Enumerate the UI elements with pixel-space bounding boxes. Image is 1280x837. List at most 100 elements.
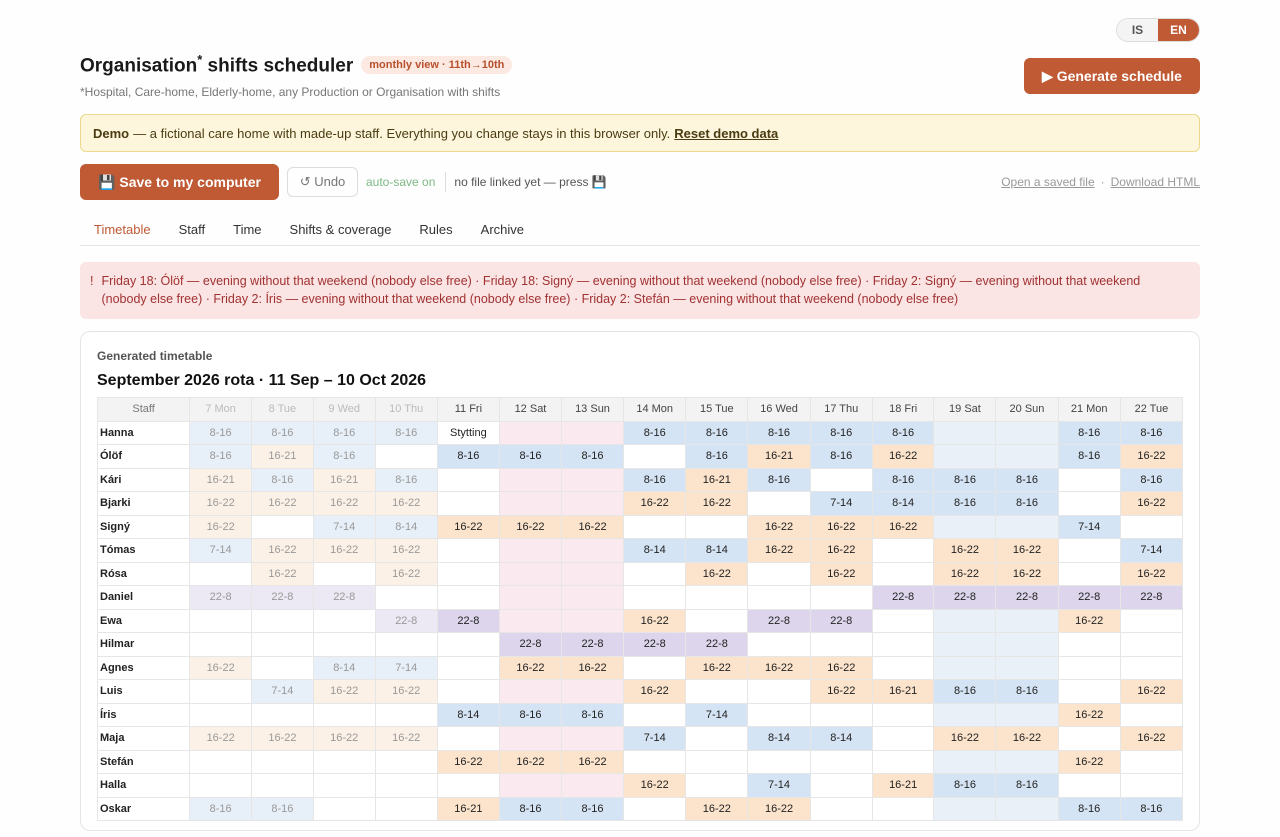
shift-cell[interactable]: 8-16: [374, 467, 438, 492]
shift-cell[interactable]: [871, 655, 935, 680]
shift-cell[interactable]: 8-16: [251, 467, 314, 492]
shift-cell[interactable]: 16-22: [747, 514, 811, 539]
shift-cell[interactable]: 8-16: [374, 420, 438, 445]
shift-cell[interactable]: [312, 749, 376, 774]
staff-name[interactable]: Íris: [97, 702, 191, 727]
shift-cell[interactable]: 16-22: [747, 796, 811, 821]
shift-cell[interactable]: [436, 726, 501, 751]
shift-cell[interactable]: 7-14: [1119, 538, 1183, 563]
shift-cell[interactable]: [995, 514, 1059, 539]
shift-cell[interactable]: [685, 679, 749, 704]
shift-cell[interactable]: 16-22: [251, 538, 314, 563]
timetable-scroll[interactable]: Staff 7 Mon 8 Tue 9 Wed 10 Thu 11 Fri 12 Sat 13…: [97, 397, 1183, 837]
shift-cell[interactable]: 7-14: [809, 491, 873, 516]
shift-cell[interactable]: 16-22: [436, 514, 501, 539]
shift-cell[interactable]: 8-16: [747, 467, 811, 492]
shift-cell[interactable]: [747, 561, 811, 586]
shift-cell[interactable]: 22-8: [933, 585, 997, 610]
shift-cell[interactable]: [995, 655, 1059, 680]
shift-cell[interactable]: [933, 420, 997, 445]
shift-cell[interactable]: [1057, 467, 1121, 492]
shift-cell[interactable]: 16-22: [995, 561, 1059, 586]
shift-cell[interactable]: [374, 585, 438, 610]
shift-cell[interactable]: 22-8: [499, 632, 562, 657]
shift-cell[interactable]: [747, 679, 811, 704]
shift-cell[interactable]: 8-16: [1057, 796, 1121, 821]
shift-cell[interactable]: 16-22: [623, 608, 687, 633]
shift-cell[interactable]: [933, 702, 997, 727]
shift-cell[interactable]: [623, 749, 687, 774]
shift-cell[interactable]: 8-16: [189, 444, 253, 469]
tab-time[interactable]: Time: [219, 212, 275, 246]
shift-cell[interactable]: [809, 749, 873, 774]
shift-cell[interactable]: 8-16: [312, 420, 376, 445]
shift-cell[interactable]: 16-21: [871, 773, 935, 798]
shift-cell[interactable]: 8-16: [312, 444, 376, 469]
shift-cell[interactable]: 8-16: [995, 773, 1059, 798]
shift-cell[interactable]: 16-22: [1119, 491, 1183, 516]
tab-timetable[interactable]: Timetable: [80, 212, 165, 246]
shift-cell[interactable]: [623, 444, 687, 469]
shift-cell[interactable]: 16-21: [312, 467, 376, 492]
shift-cell[interactable]: 8-16: [747, 420, 811, 445]
shift-cell[interactable]: Stytting: [436, 420, 501, 445]
shift-cell[interactable]: 16-22: [809, 655, 873, 680]
shift-cell[interactable]: [374, 796, 438, 821]
shift-cell[interactable]: [871, 538, 935, 563]
shift-cell[interactable]: [560, 585, 625, 610]
shift-cell[interactable]: [1057, 655, 1121, 680]
shift-cell[interactable]: [685, 726, 749, 751]
shift-cell[interactable]: 16-22: [871, 514, 935, 539]
shift-cell[interactable]: 8-14: [623, 538, 687, 563]
shift-cell[interactable]: 22-8: [623, 632, 687, 657]
shift-cell[interactable]: [499, 608, 562, 633]
staff-name[interactable]: Luis: [97, 679, 191, 704]
shift-cell[interactable]: 8-14: [436, 702, 501, 727]
shift-cell[interactable]: 7-14: [623, 726, 687, 751]
shift-cell[interactable]: [499, 538, 562, 563]
shift-cell[interactable]: 8-16: [809, 444, 873, 469]
shift-cell[interactable]: [1057, 538, 1121, 563]
shift-cell[interactable]: 8-16: [1119, 420, 1183, 445]
shift-cell[interactable]: 22-8: [1057, 585, 1121, 610]
staff-name[interactable]: Bjarki: [97, 491, 191, 516]
shift-cell[interactable]: 8-16: [1057, 444, 1121, 469]
shift-cell[interactable]: [499, 561, 562, 586]
shift-cell[interactable]: 16-22: [374, 726, 438, 751]
shift-cell[interactable]: 8-16: [1057, 420, 1121, 445]
shift-cell[interactable]: 16-22: [189, 514, 253, 539]
save-button[interactable]: 💾 Save to my computer: [80, 164, 279, 200]
tab-rules[interactable]: Rules: [405, 212, 466, 246]
shift-cell[interactable]: 16-22: [933, 561, 997, 586]
shift-cell[interactable]: [436, 655, 501, 680]
shift-cell[interactable]: [933, 655, 997, 680]
shift-cell[interactable]: [623, 796, 687, 821]
staff-name[interactable]: Daniel: [97, 585, 191, 610]
shift-cell[interactable]: 8-16: [809, 420, 873, 445]
shift-cell[interactable]: [374, 773, 438, 798]
shift-cell[interactable]: [933, 796, 997, 821]
shift-cell[interactable]: 16-22: [685, 491, 749, 516]
shift-cell[interactable]: [871, 632, 935, 657]
download-html-link[interactable]: Download HTML: [1111, 175, 1200, 189]
shift-cell[interactable]: 16-22: [685, 561, 749, 586]
shift-cell[interactable]: 8-16: [995, 491, 1059, 516]
shift-cell[interactable]: 8-16: [1119, 796, 1183, 821]
shift-cell[interactable]: [251, 514, 314, 539]
shift-cell[interactable]: 8-16: [685, 420, 749, 445]
shift-cell[interactable]: 8-16: [251, 420, 314, 445]
shift-cell[interactable]: [189, 632, 253, 657]
shift-cell[interactable]: [809, 467, 873, 492]
shift-cell[interactable]: [312, 773, 376, 798]
shift-cell[interactable]: [995, 632, 1059, 657]
shift-cell[interactable]: 16-22: [189, 726, 253, 751]
shift-cell[interactable]: [436, 773, 501, 798]
shift-cell[interactable]: [251, 749, 314, 774]
shift-cell[interactable]: [189, 561, 253, 586]
shift-cell[interactable]: [685, 514, 749, 539]
shift-cell[interactable]: 16-22: [809, 679, 873, 704]
shift-cell[interactable]: [747, 702, 811, 727]
shift-cell[interactable]: 16-21: [251, 444, 314, 469]
shift-cell[interactable]: [995, 702, 1059, 727]
tab-shifts-coverage[interactable]: Shifts & coverage: [276, 212, 406, 246]
